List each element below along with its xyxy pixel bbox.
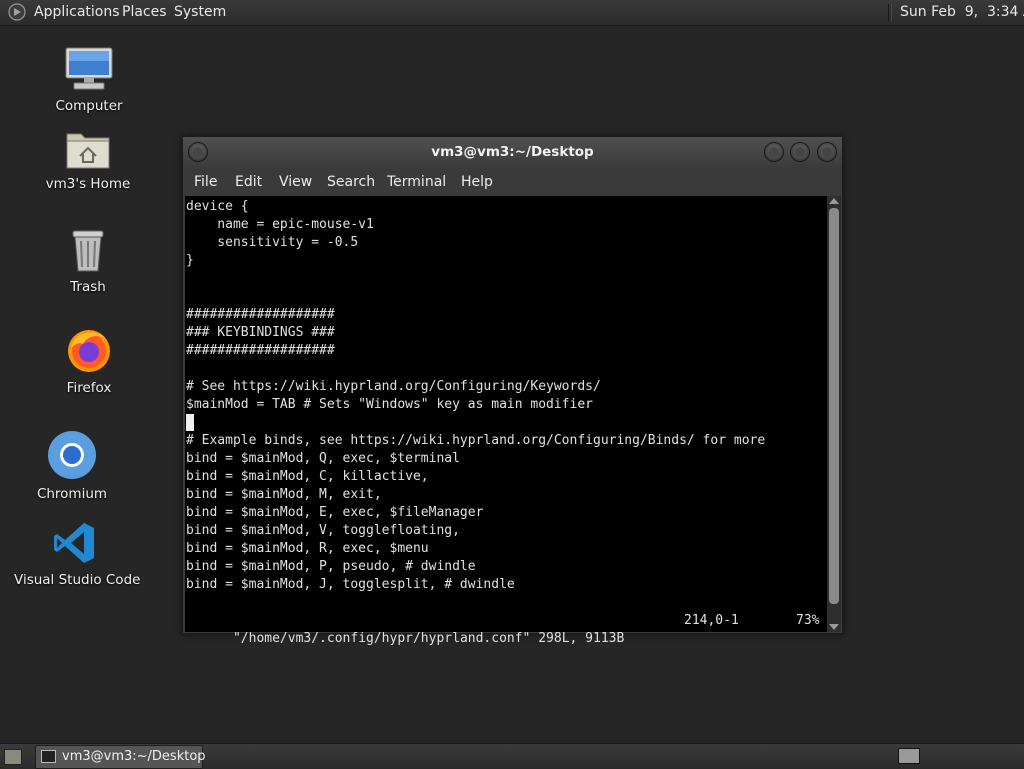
- status-percent: 73%: [796, 613, 820, 628]
- scroll-up-arrow-icon[interactable]: [829, 198, 839, 204]
- desktop-icon-label: Trash: [70, 279, 106, 295]
- menu-places[interactable]: Places: [122, 4, 167, 20]
- clock[interactable]: Sun Feb 9, 3:34 AM: [900, 4, 1024, 20]
- menu-view[interactable]: View: [279, 174, 312, 190]
- show-desktop-icon[interactable]: [4, 749, 22, 765]
- applications-logo-icon[interactable]: [8, 3, 26, 21]
- desktop-icon-label: Chromium: [36, 486, 108, 502]
- terminal-menubar: File Edit View Search Terminal Help: [183, 167, 842, 196]
- menu-help[interactable]: Help: [461, 174, 493, 190]
- menu-applications[interactable]: Applications: [34, 4, 120, 20]
- desktop-icon-label: vm3's Home: [45, 176, 131, 192]
- vim-status-line: "/home/vm3/.config/hypr/hyprland.conf" 2…: [186, 612, 822, 646]
- taskbar-window-label: vm3@vm3:~/Desktop: [62, 749, 206, 764]
- close-button[interactable]: [817, 142, 837, 162]
- scrollbar[interactable]: [827, 196, 841, 632]
- status-file-info: "/home/vm3/.config/hypr/hyprland.conf" 2…: [232, 631, 625, 646]
- desktop-icon-label: Firefox: [66, 380, 112, 396]
- desktop-icon-label: Visual Studio Code: [14, 572, 141, 588]
- workspace-switcher[interactable]: [898, 748, 920, 764]
- terminal-lines-after-cursor: # Example binds, see https://wiki.hyprla…: [186, 433, 766, 592]
- desktop-icon-computer[interactable]: Computer: [44, 46, 134, 114]
- minimize-button[interactable]: [764, 142, 784, 162]
- chromium-icon: [48, 431, 96, 479]
- bottom-panel: vm3@vm3:~/Desktop: [0, 743, 1024, 769]
- trash-icon: [72, 230, 104, 272]
- terminal-text: device { name = epic-mouse-v1 sensitivit…: [186, 198, 765, 594]
- terminal-icon: [41, 750, 56, 763]
- desktop-icon-trash[interactable]: Trash: [48, 229, 128, 295]
- text-cursor: [186, 414, 194, 431]
- desktop-icon-chromium[interactable]: Chromium: [32, 430, 112, 502]
- desktop-icon-vscode[interactable]: Visual Studio Code: [14, 520, 141, 588]
- terminal-lines-before-cursor: device { name = epic-mouse-v1 sensitivit…: [186, 199, 601, 412]
- taskbar-window-button[interactable]: vm3@vm3:~/Desktop: [35, 745, 206, 769]
- terminal-content[interactable]: device { name = epic-mouse-v1 sensitivit…: [185, 196, 827, 646]
- menu-edit[interactable]: Edit: [235, 174, 262, 190]
- scroll-down-arrow-icon[interactable]: [829, 624, 839, 630]
- menu-system[interactable]: System: [174, 4, 226, 20]
- menu-search[interactable]: Search: [327, 174, 375, 190]
- window-titlebar[interactable]: vm3@vm3:~/Desktop: [183, 137, 842, 167]
- window-title: vm3@vm3:~/Desktop: [431, 144, 594, 160]
- home-folder-icon: [66, 133, 110, 169]
- top-panel: Applications Places System Sun Feb 9, 3:…: [0, 0, 1024, 26]
- desktop-icon-home[interactable]: vm3's Home: [38, 128, 138, 192]
- firefox-icon: [68, 330, 110, 372]
- panel-separator: [888, 4, 892, 21]
- desktop-icon-label: Computer: [55, 98, 123, 114]
- menu-file[interactable]: File: [194, 174, 217, 190]
- desktop-icon-firefox[interactable]: Firefox: [49, 326, 129, 396]
- scrollbar-thumb[interactable]: [829, 208, 839, 604]
- terminal-window[interactable]: vm3@vm3:~/Desktop File Edit View Search …: [182, 136, 843, 646]
- vscode-icon: [54, 523, 94, 563]
- status-cursor-position: 214,0-1: [684, 613, 739, 628]
- computer-icon: [65, 47, 113, 90]
- maximize-button[interactable]: [790, 142, 810, 162]
- menu-terminal[interactable]: Terminal: [387, 174, 446, 190]
